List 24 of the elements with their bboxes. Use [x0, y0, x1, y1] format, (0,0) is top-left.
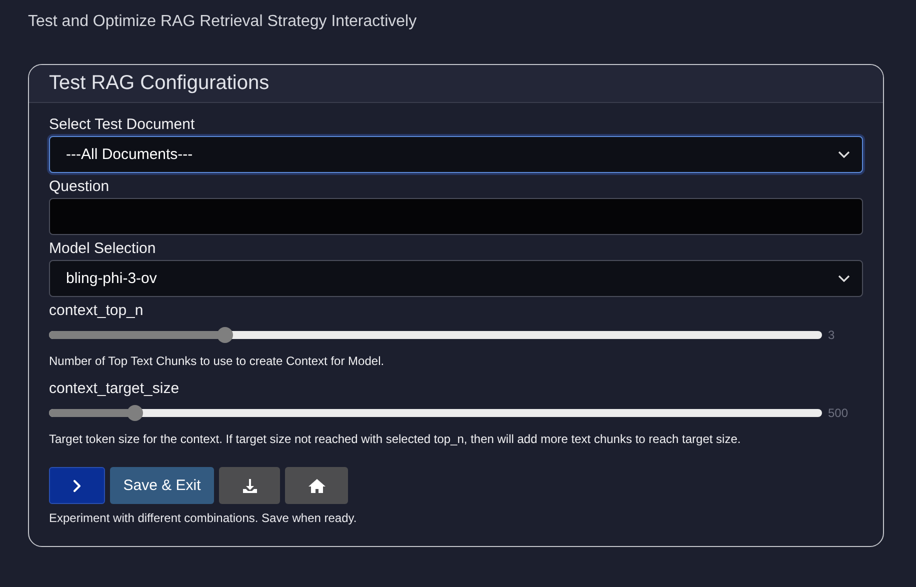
slider-value: 500 [828, 406, 848, 420]
chevron-down-icon [838, 151, 850, 158]
slider-label: context_top_n [49, 301, 144, 320]
home-icon [308, 478, 326, 494]
save-exit-button[interactable]: Save & Exit [110, 467, 214, 504]
field-label: Select Test Document [49, 115, 196, 134]
card-title: Test RAG Configurations [49, 71, 270, 95]
footer-note: Experiment with different combinations. Save when ready. [49, 510, 358, 526]
dropdown-select[interactable]: ---All Documents--- [49, 136, 863, 173]
page-subtitle: Test and Optimize RAG Retrieval Strategy Interactively [28, 12, 418, 32]
dropdown-select[interactable]: bling-phi-3-ov [49, 260, 863, 297]
chevron-down-icon [838, 275, 850, 282]
field-label: Question [49, 177, 110, 196]
help-text: Number of Top Text Chunks to use to create Context for Model. [49, 353, 386, 369]
slider-value: 3 [828, 328, 835, 342]
slider-thumb[interactable] [217, 327, 234, 343]
question-field[interactable] [49, 198, 863, 235]
download-button[interactable] [219, 467, 280, 504]
slider-label: context_target_size [49, 379, 180, 398]
field-label: Model Selection [49, 239, 157, 258]
help-text: Target token size for the context. If target size not reached with selected top_n, then will add more text chunks to reach target size. [49, 431, 742, 447]
slider-thumb[interactable] [126, 405, 143, 421]
home-button[interactable] [285, 467, 348, 504]
download-icon [242, 478, 258, 494]
